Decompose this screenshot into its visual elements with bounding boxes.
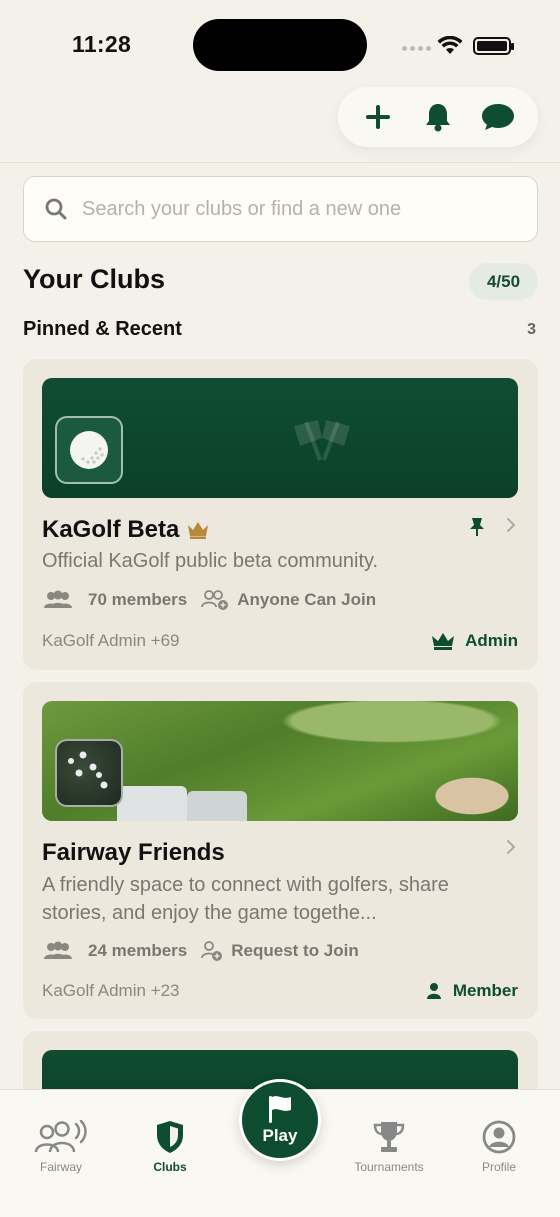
members-icon (44, 590, 72, 608)
pin-icon[interactable] (469, 517, 485, 537)
play-label: Play (262, 1126, 298, 1145)
club-description: Official KaGolf public beta community. (42, 550, 379, 572)
header-divider (0, 162, 560, 163)
search-input[interactable]: Search your clubs or find a new one (23, 176, 538, 242)
search-icon (45, 198, 67, 220)
status-time: 11:28 (72, 31, 132, 57)
pinned-count: 3 (527, 321, 536, 338)
tab-profile[interactable]: Profile (444, 1120, 554, 1174)
join-policy: Request to Join (231, 941, 359, 960)
club-title-row: KaGolf Beta (42, 516, 209, 544)
profile-icon (482, 1120, 516, 1154)
role-badge: Admin (431, 631, 518, 651)
club-title-row: Fairway Friends (42, 839, 225, 867)
club-card-kagolf-beta[interactable]: KaGolf Beta Official KaGolf public beta … (23, 359, 538, 670)
flag-icon (269, 1096, 291, 1123)
chevron-right-icon (507, 840, 516, 854)
tab-label: Tournaments (354, 1160, 424, 1174)
bell-icon (426, 104, 450, 132)
chat-bubble-icon (482, 104, 514, 130)
role-badge: Member (425, 981, 518, 1001)
club-count-badge: 4/50 (469, 263, 538, 300)
plus-icon (366, 105, 390, 129)
club-meta: 70 members Anyone Can Join (42, 589, 376, 611)
dynamic-island (193, 19, 367, 71)
person-icon (426, 983, 441, 999)
section-title-pinned: Pinned & Recent (23, 318, 182, 340)
club-card-fairway-friends[interactable]: Fairway Friends A friendly space to conn… (23, 682, 538, 1019)
notifications-button[interactable] (416, 95, 460, 139)
chevron-right-icon (507, 518, 516, 532)
club-admins: KaGolf Admin +69 (42, 631, 180, 650)
crown-icon (188, 522, 209, 539)
golf-balls-photo (68, 751, 108, 789)
club-banner (42, 378, 518, 498)
tab-label: Profile (481, 1160, 516, 1174)
wifi-icon (437, 36, 463, 54)
club-name: Fairway Friends (42, 839, 225, 866)
crossed-flags-icon (294, 420, 350, 461)
golf-ball-icon (70, 431, 108, 469)
play-button[interactable]: Play (239, 1079, 321, 1161)
members-count: 70 members (88, 590, 188, 609)
request-join-icon (201, 941, 223, 961)
club-avatar (55, 416, 123, 484)
tab-clubs[interactable]: Clubs (115, 1120, 225, 1174)
role-label: Member (452, 981, 518, 1000)
tab-label: Fairway (39, 1160, 82, 1174)
role-label: Admin (465, 631, 518, 650)
tab-label: Clubs (153, 1160, 187, 1174)
battery-icon (473, 37, 514, 55)
club-avatar (55, 739, 123, 807)
top-actions (338, 87, 538, 147)
cellular-signal-icon (402, 46, 431, 51)
messages-button[interactable] (476, 95, 520, 139)
join-policy: Anyone Can Join (237, 590, 377, 609)
tab-tournaments[interactable]: Tournaments (334, 1120, 444, 1174)
add-button[interactable] (356, 95, 400, 139)
join-icon (201, 590, 229, 610)
club-description: A friendly space to connect with golfers… (42, 874, 449, 924)
people-wave-icon (34, 1120, 87, 1153)
members-count: 24 members (88, 941, 188, 960)
status-bar: 11:28 (0, 0, 560, 90)
tab-fairway[interactable]: Fairway (6, 1120, 116, 1174)
club-admins: KaGolf Admin +23 (42, 981, 180, 1000)
search-placeholder: Search your clubs or find a new one (82, 197, 402, 220)
club-meta: 24 members Request to Join (42, 940, 359, 962)
members-icon (44, 941, 72, 959)
club-banner (42, 701, 518, 821)
club-name: KaGolf Beta (42, 516, 180, 543)
crown-icon (432, 633, 455, 650)
shield-icon (157, 1121, 183, 1153)
page-title: Your Clubs (23, 264, 166, 294)
trophy-icon (373, 1122, 405, 1152)
